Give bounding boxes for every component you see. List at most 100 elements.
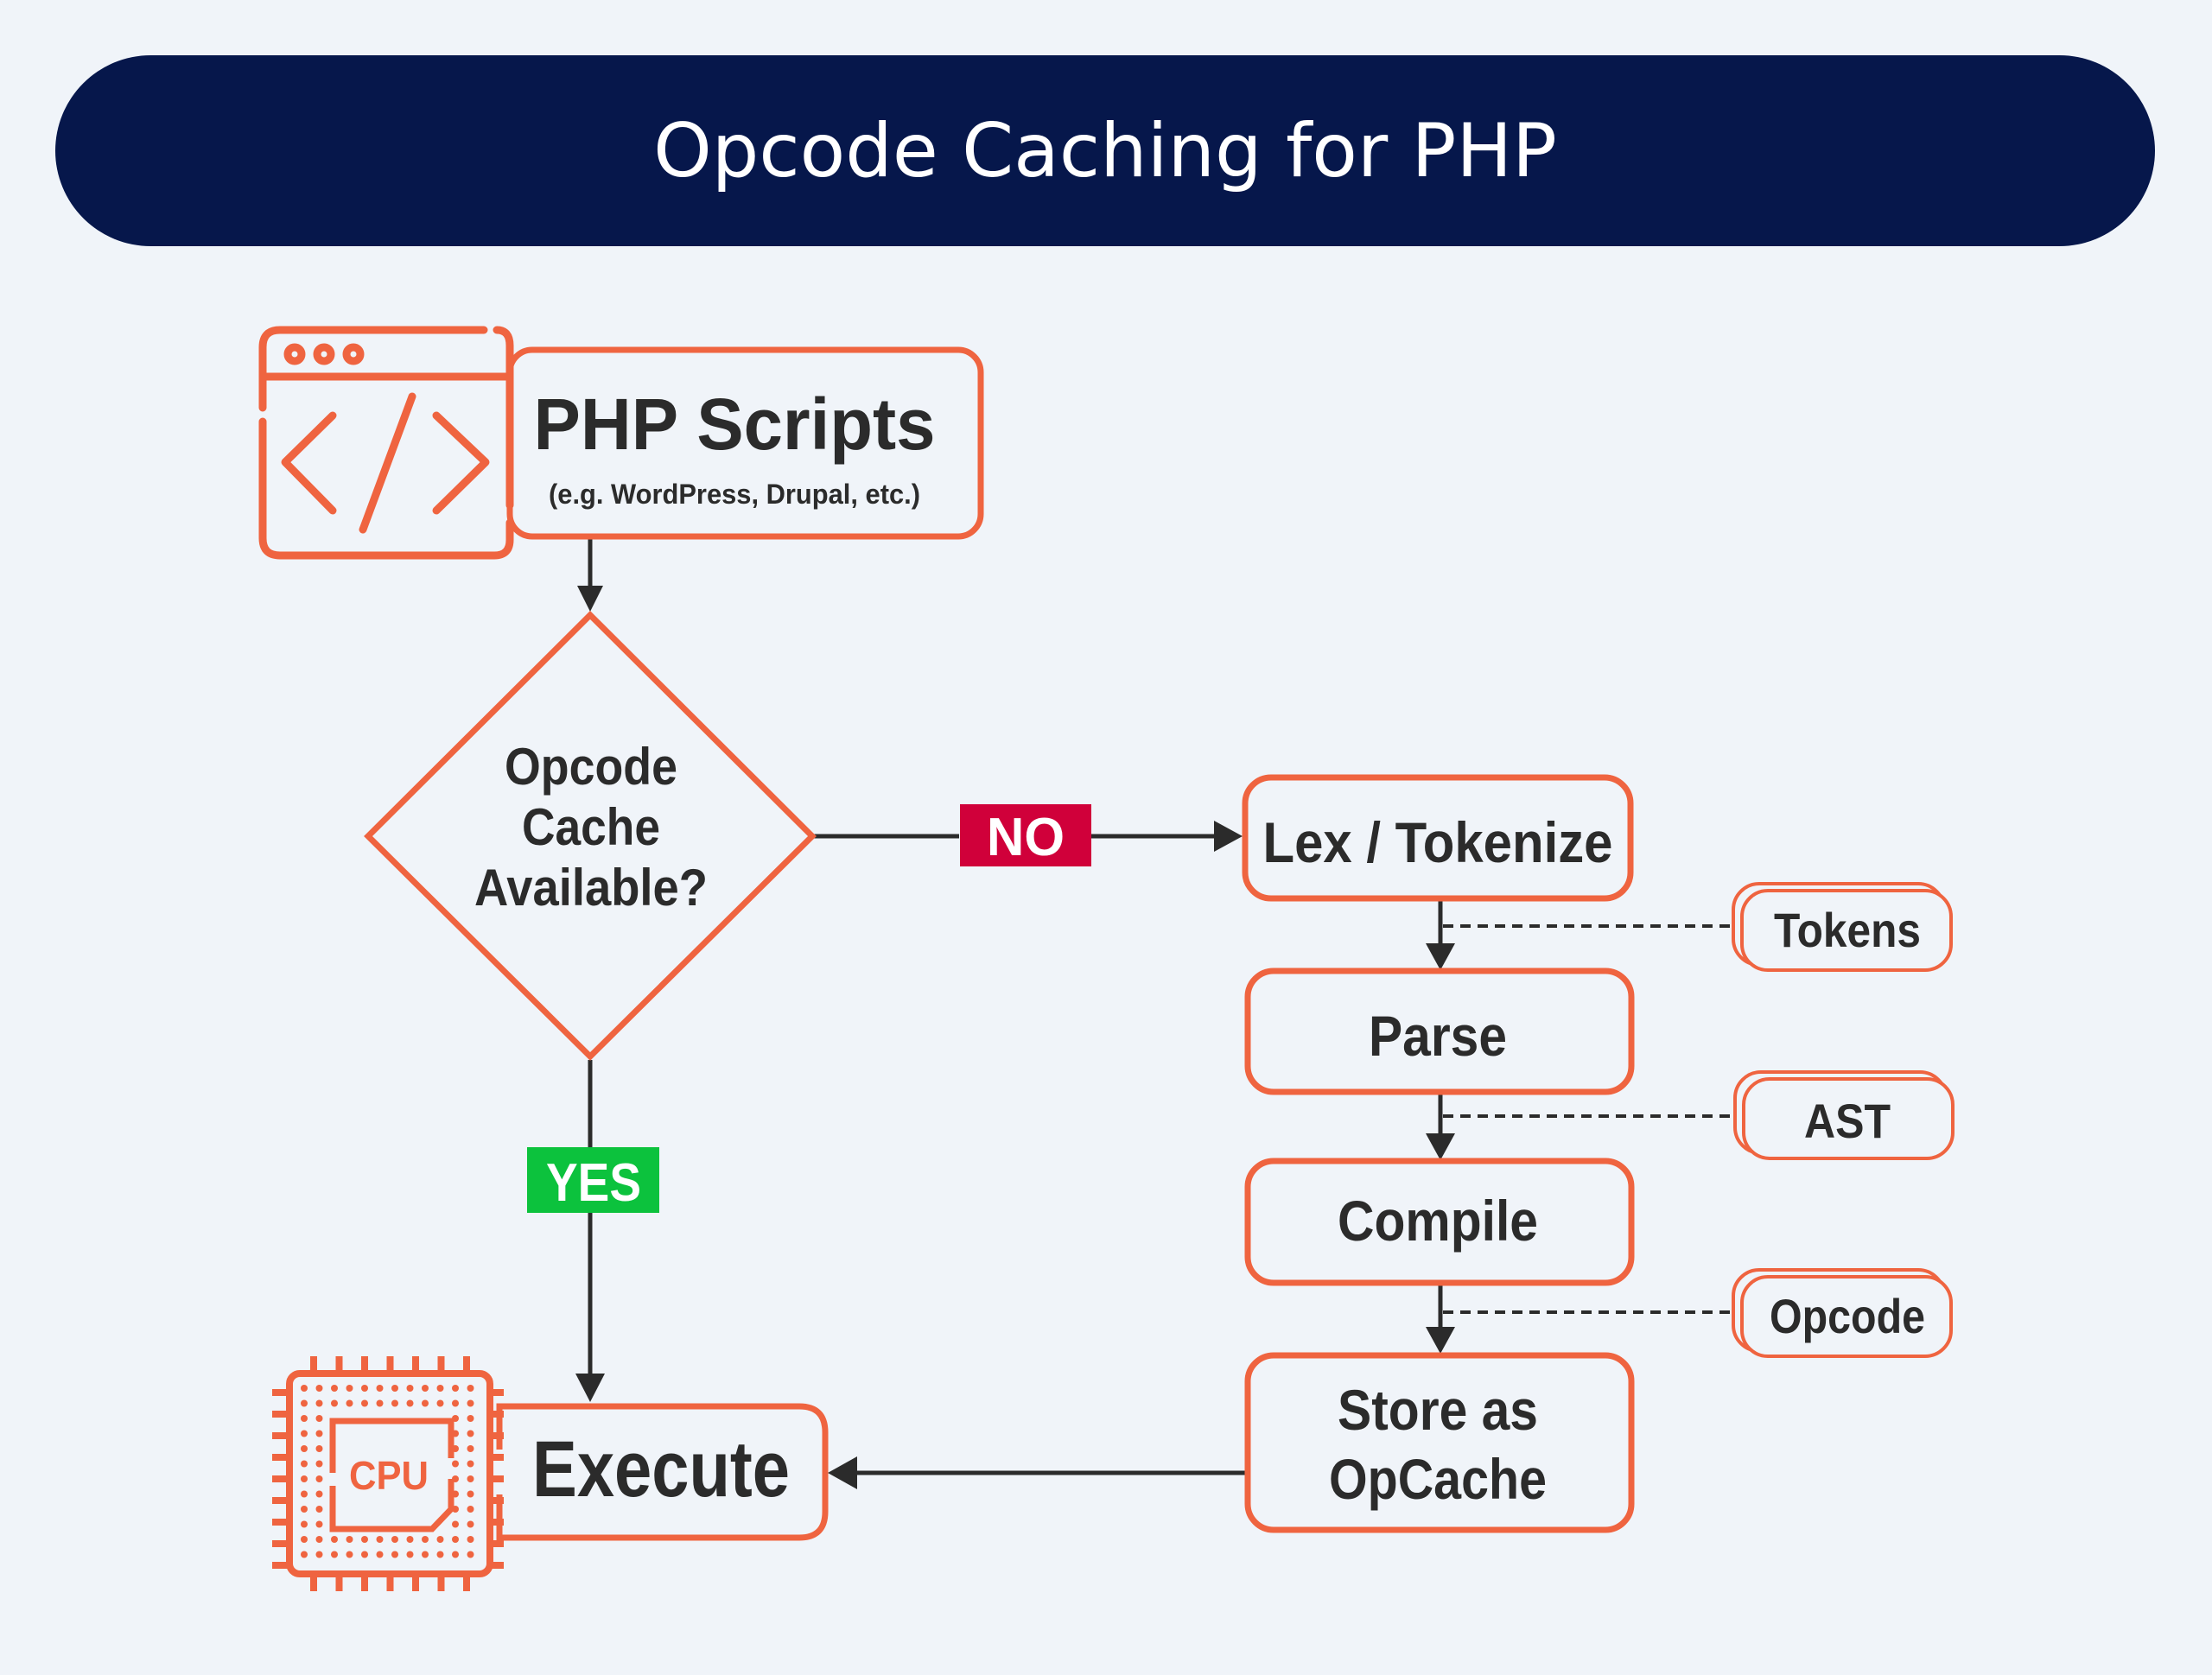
arrowhead-icon [575,1374,605,1402]
cpu-icon-label: CPU [349,1453,429,1498]
cpu-dot [467,1430,474,1437]
arrowhead-icon [1426,1133,1455,1160]
artifact-ast: AST [1733,1070,1955,1160]
arrowhead-icon [1426,943,1455,970]
cpu-dot [315,1385,323,1392]
store-line-2: OpCache [1329,1447,1547,1511]
cpu-dot [315,1415,323,1422]
cpu-dot [406,1536,414,1543]
flowchart: PHP Scripts (e.g. WordPress, Drupal, etc… [258,326,1955,1591]
node-compile: Compile [1244,1158,1635,1286]
cpu-dot [301,1399,308,1407]
connectors [575,538,1732,1489]
cpu-dot [315,1536,323,1543]
cpu-dot [422,1399,429,1407]
cpu-dot [315,1399,323,1407]
cpu-dot [467,1415,474,1422]
cpu-dot [391,1399,398,1407]
cpu-dot [376,1399,384,1407]
ast-label: AST [1804,1094,1891,1148]
cpu-dot [467,1475,474,1482]
cpu-dot [422,1385,429,1392]
node-php-scripts: PHP Scripts (e.g. WordPress, Drupal, etc… [258,326,984,560]
cpu-dot [467,1551,474,1558]
cpu-dot [301,1506,308,1513]
cpu-dot [315,1551,323,1558]
cpu-dot [436,1551,444,1558]
cpu-dot [301,1475,308,1482]
store-line-1: Store as [1338,1378,1538,1442]
cpu-dot [301,1536,308,1543]
cpu-dot [315,1520,323,1528]
arrowhead-icon [828,1456,857,1489]
cpu-dot [301,1430,308,1437]
cpu-dot [467,1536,474,1543]
cpu-dot [376,1385,384,1392]
cpu-dot [361,1385,368,1392]
cpu-dot [467,1399,474,1407]
cpu-dot [467,1385,474,1392]
cpu-dot [452,1385,459,1392]
cpu-dot [436,1399,444,1407]
cpu-dot [422,1536,429,1543]
cpu-dot [331,1385,338,1392]
cpu-icon: CPU [272,1356,504,1591]
tokens-label: Tokens [1774,903,1921,957]
artifact-tokens: Tokens [1732,882,1953,972]
cpu-dot [331,1536,338,1543]
yes-badge: YES [527,1147,659,1213]
php-scripts-title: PHP Scripts [534,384,936,465]
lex-label: Lex / Tokenize [1263,810,1613,874]
node-parse: Parse [1244,968,1635,1095]
node-lex: Lex / Tokenize [1242,774,1634,902]
cpu-dot [406,1399,414,1407]
cpu-dot [331,1399,338,1407]
cpu-dot [436,1536,444,1543]
cpu-dot [301,1520,308,1528]
cpu-dot [346,1536,353,1543]
decision-line-1: Opcode [505,738,677,796]
cpu-dot [301,1551,308,1558]
cpu-dot [301,1415,308,1422]
cpu-dot [391,1536,398,1543]
php-scripts-subtitle: (e.g. WordPress, Drupal, etc.) [549,479,920,510]
cpu-dot [376,1536,384,1543]
cpu-dot [301,1385,308,1392]
cpu-dot [315,1475,323,1482]
cpu-dot [301,1490,308,1498]
arrowhead-icon [577,586,603,612]
node-decision: Opcode Cache Available? [364,611,817,1061]
compile-label: Compile [1338,1189,1538,1253]
node-store: Store as OpCache [1244,1352,1635,1533]
decision-line-3: Available? [474,859,708,917]
cpu-dot [391,1551,398,1558]
cpu-dot [346,1385,353,1392]
cpu-dot [467,1520,474,1528]
code-window-icon [258,326,514,560]
cpu-dot [406,1551,414,1558]
yes-label: YES [546,1153,641,1213]
cpu-dot [301,1445,308,1452]
arrowhead-icon [1426,1327,1455,1354]
cpu-dot [361,1399,368,1407]
cpu-dot [436,1385,444,1392]
no-label: NO [987,808,1065,867]
cpu-dot [406,1385,414,1392]
cpu-dot [346,1551,353,1558]
cpu-dot [452,1520,459,1528]
cpu-dot [315,1445,323,1452]
cpu-dot [315,1506,323,1513]
cpu-dot [315,1430,323,1437]
cpu-dot [331,1551,338,1558]
cpu-dot [467,1506,474,1513]
cpu-dot [467,1460,474,1468]
cpu-dot [467,1490,474,1498]
no-badge: NO [960,804,1091,867]
cpu-dot [361,1536,368,1543]
artifact-opcode: Opcode [1732,1268,1953,1358]
cpu-dot [346,1399,353,1407]
cpu-dot [301,1460,308,1468]
cpu-dot [315,1490,323,1498]
decision-line-2: Cache [522,798,660,856]
cpu-dot [315,1460,323,1468]
